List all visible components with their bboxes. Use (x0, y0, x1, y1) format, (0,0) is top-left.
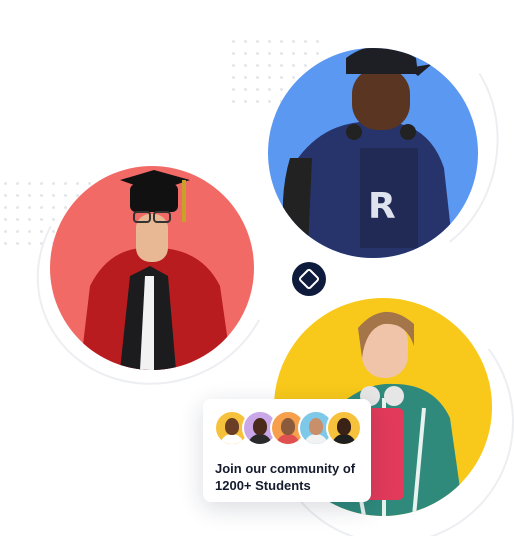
community-line-1: Join our community of (215, 461, 356, 476)
dot (4, 218, 7, 221)
dot (28, 230, 31, 233)
dot (232, 40, 235, 43)
dot (244, 76, 247, 79)
student-photo-graduate (50, 166, 254, 370)
dot (244, 64, 247, 67)
dot (40, 230, 43, 233)
graduate-figure (80, 170, 232, 370)
dot (280, 40, 283, 43)
dot (28, 206, 31, 209)
dot (244, 52, 247, 55)
dot (232, 88, 235, 91)
dot (16, 206, 19, 209)
dot (16, 194, 19, 197)
dot (232, 52, 235, 55)
community-line-2: 1200+ Students (215, 478, 311, 493)
man-figure: R (282, 48, 454, 258)
dot (4, 230, 7, 233)
dot (40, 194, 43, 197)
dot (256, 40, 259, 43)
dot (4, 242, 7, 245)
dot (316, 40, 319, 43)
dot (28, 218, 31, 221)
dot (232, 76, 235, 79)
avatar-head (309, 418, 323, 435)
dot (256, 100, 259, 103)
avatar-head (225, 418, 239, 435)
dot (16, 218, 19, 221)
dot (40, 206, 43, 209)
dot (256, 64, 259, 67)
community-text: Join our community of 1200+ Students (215, 460, 365, 494)
dot (268, 40, 271, 43)
avatar-shoulders (276, 434, 300, 444)
avatar-group (214, 410, 362, 446)
diamond-icon (297, 267, 321, 291)
center-badge (292, 262, 326, 296)
dot (292, 40, 295, 43)
dot (256, 76, 259, 79)
hero-illustration: R Join our community of 1200+ Students (0, 0, 514, 536)
dot (4, 194, 7, 197)
dot (16, 242, 19, 245)
dot (256, 88, 259, 91)
dot (244, 88, 247, 91)
dot (16, 182, 19, 185)
dot (256, 52, 259, 55)
dot (28, 194, 31, 197)
avatar (326, 410, 362, 446)
community-card: Join our community of 1200+ Students (203, 399, 371, 502)
dot (244, 100, 247, 103)
svg-text:R: R (368, 186, 396, 227)
dot (232, 64, 235, 67)
avatar-shoulders (304, 434, 328, 444)
dot (232, 100, 235, 103)
avatar-shoulders (220, 434, 244, 444)
dot (28, 182, 31, 185)
avatar-shoulders (332, 434, 356, 444)
dot (28, 242, 31, 245)
student-photo-headphones: R (268, 48, 478, 258)
dot (244, 40, 247, 43)
dot (4, 206, 7, 209)
dot (40, 182, 43, 185)
avatar-shoulders (248, 434, 272, 444)
dot (4, 182, 7, 185)
dot (304, 40, 307, 43)
avatar-head (281, 418, 295, 435)
avatar-head (337, 418, 351, 435)
dot (16, 230, 19, 233)
avatar-head (253, 418, 267, 435)
dot (40, 218, 43, 221)
